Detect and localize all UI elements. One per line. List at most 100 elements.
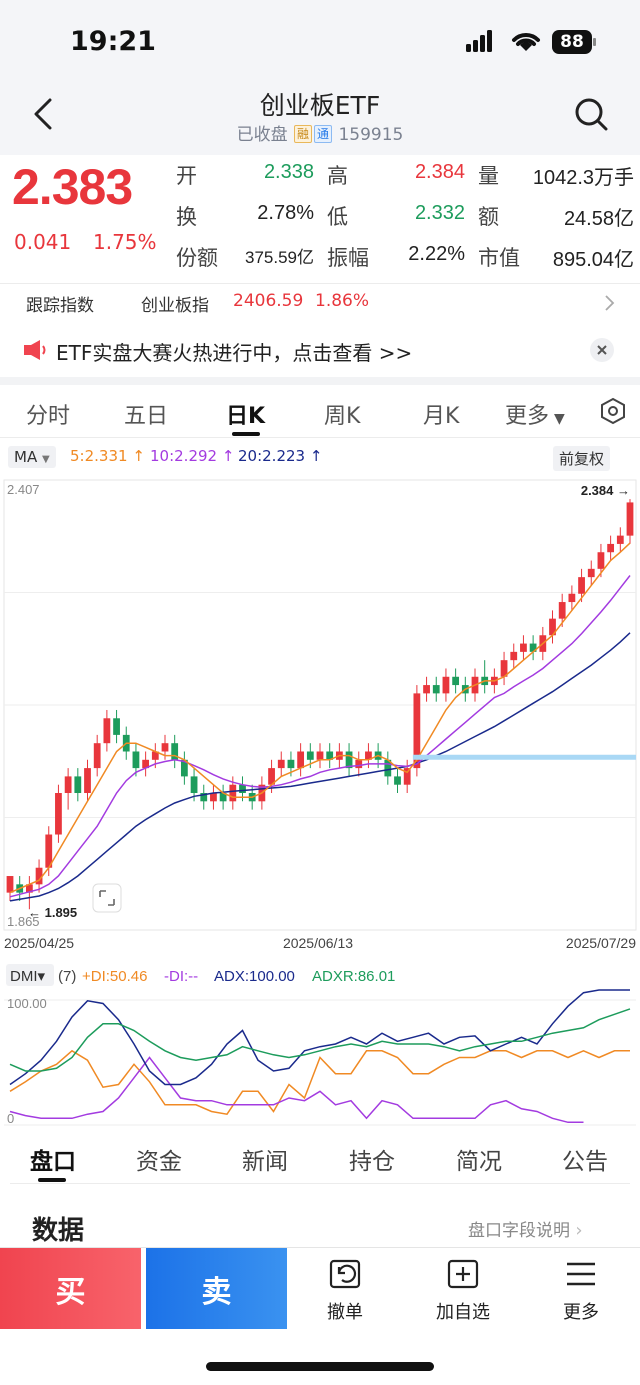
quote-value: 1042.3万手 [532,167,634,189]
candle-body [316,751,324,760]
speaker-icon [24,340,46,360]
add-watchlist-label: 加自选 [436,1302,490,1323]
battery-tip [593,38,596,46]
candle-body [161,743,169,752]
buy-button[interactable]: 买 [0,1248,141,1329]
search-icon[interactable] [572,95,610,133]
tab-five-day[interactable]: 五日 [124,398,168,430]
indicator-name: DMI▾ [10,968,45,985]
candle-body [55,793,62,835]
close-icon [597,345,607,355]
data-section-title: 数据 [32,1216,85,1246]
dmi-chart[interactable]: DMI▾ (7) +DI:50.46 -DI:-- ADX:100.00 ADXR:86.… [0,960,640,1128]
market-state: 已收盘 [236,125,288,145]
promo-notice[interactable]: ETF实盘大赛火热进行中，点击查看 >> [0,330,640,370]
ma5-value: 5:2.331 ↑ [70,447,145,465]
tab-more[interactable]: 更多 ▼ [505,398,565,430]
close-notice-button[interactable] [590,338,614,362]
tracking-index-pct: 1.86% [315,291,370,311]
ma-selector[interactable]: MA ▼ [8,446,56,468]
candle-body [74,776,82,794]
price-change-pct: 1.75% [93,230,157,254]
sell-button[interactable]: 卖 [146,1248,287,1329]
add-square-icon [447,1259,479,1289]
candle-body [607,543,615,553]
quote-value: 375.59亿 [245,248,314,267]
expand-button [92,883,122,913]
tab-announcements[interactable]: 公告 [562,1142,608,1176]
candle-body [6,876,14,893]
low-annotation: ← 1.895 [28,905,77,920]
adjust-selector[interactable]: 前复权 [553,446,611,471]
divider [10,1183,630,1184]
quote-label: 额 [478,205,499,229]
quote-value: 2.332 [414,202,465,224]
ma10-value: 10:2.292 ↑ [150,447,235,465]
wifi-icon [512,33,540,51]
candle-body [210,793,217,802]
ma20-value: 20:2.223 ↑ [238,447,323,465]
caret-down-icon: ▼ [554,411,565,427]
quote-value: 2.22% [408,243,465,265]
x-axis-label-start: 2025/04/25 [4,935,74,951]
tab-news[interactable]: 新闻 [242,1142,288,1176]
battery-indicator: 88 [552,30,592,54]
notice-text: ETF实盘大赛火热进行中，点击查看 >> [56,341,413,365]
tab-monthly-k[interactable]: 月K [423,398,459,430]
page-title: 创业板ETF [259,91,381,120]
dmi-line-adxr [9,1008,631,1072]
quote-value: 24.58亿 [563,208,634,230]
dmi-y-bottom-label: 0 [7,1111,14,1126]
candle-body [597,552,605,569]
candle-body [132,751,140,769]
tab-funds[interactable]: 资金 [136,1142,182,1176]
settings-hexagon-icon[interactable] [598,396,628,426]
status-time: 19:21 [70,26,156,57]
dmi-legend-item: ADX:100.00 [214,968,295,985]
candle-body [113,718,120,735]
candle-body [287,759,295,769]
high-annotation: 2.384 → [581,483,630,498]
y-axis-top-label: 2.407 [7,482,40,497]
field-help-link[interactable]: 盘口字段说明 › [468,1216,583,1241]
candle-body [93,743,101,769]
tab-intraday[interactable]: 分时 [26,398,70,430]
candle-body [277,759,285,769]
candle-body [568,593,576,603]
candle-body [394,776,401,785]
dmi-legend-item: -DI:-- [164,968,198,985]
divider [0,283,640,284]
ma10-line [9,575,631,898]
tab-orderbook[interactable]: 盘口 [30,1142,76,1176]
dmi-legend-item: ADXR:86.01 [312,968,395,985]
active-tab-indicator [232,432,260,436]
tab-weekly-k[interactable]: 周K [324,398,360,430]
quote-value: 2.384 [414,161,465,183]
candle-body [452,676,460,686]
tracking-label: 跟踪指数 [26,296,94,316]
active-section-indicator [38,1178,66,1182]
section-gap [0,377,640,385]
cancel-order-button[interactable]: 撤单 [300,1258,390,1324]
candle-body [297,751,305,769]
candle-body [423,685,430,694]
tab-profile[interactable]: 简况 [456,1142,502,1176]
dmi-line-plusminus-di [9,1049,630,1116]
more-button[interactable]: 更多 [536,1258,626,1324]
cancel-order-label: 撤单 [327,1302,363,1323]
tab-holdings[interactable]: 持仓 [349,1142,395,1176]
add-watchlist-button[interactable]: 加自选 [418,1258,508,1324]
indicator-param: (7) [58,968,76,985]
divider [0,437,640,438]
ma5-line [9,542,631,894]
candle-body [578,577,585,594]
connect-tag: 通 [314,125,333,143]
tracking-index-row[interactable]: 跟踪指数 创业板指 2406.59 1.86% [0,285,640,321]
dmi-y-top-label: 100.00 [7,996,47,1011]
home-indicator [206,1362,434,1371]
candle-body [229,784,237,802]
kline-chart[interactable]: 2.4071.8652.384 →← 1.8952025/04/25 2025/0… [0,476,640,956]
tab-daily-k[interactable]: 日K [226,398,265,430]
ma10-text: 10:2.292 [150,447,218,465]
candle-body [442,676,450,694]
